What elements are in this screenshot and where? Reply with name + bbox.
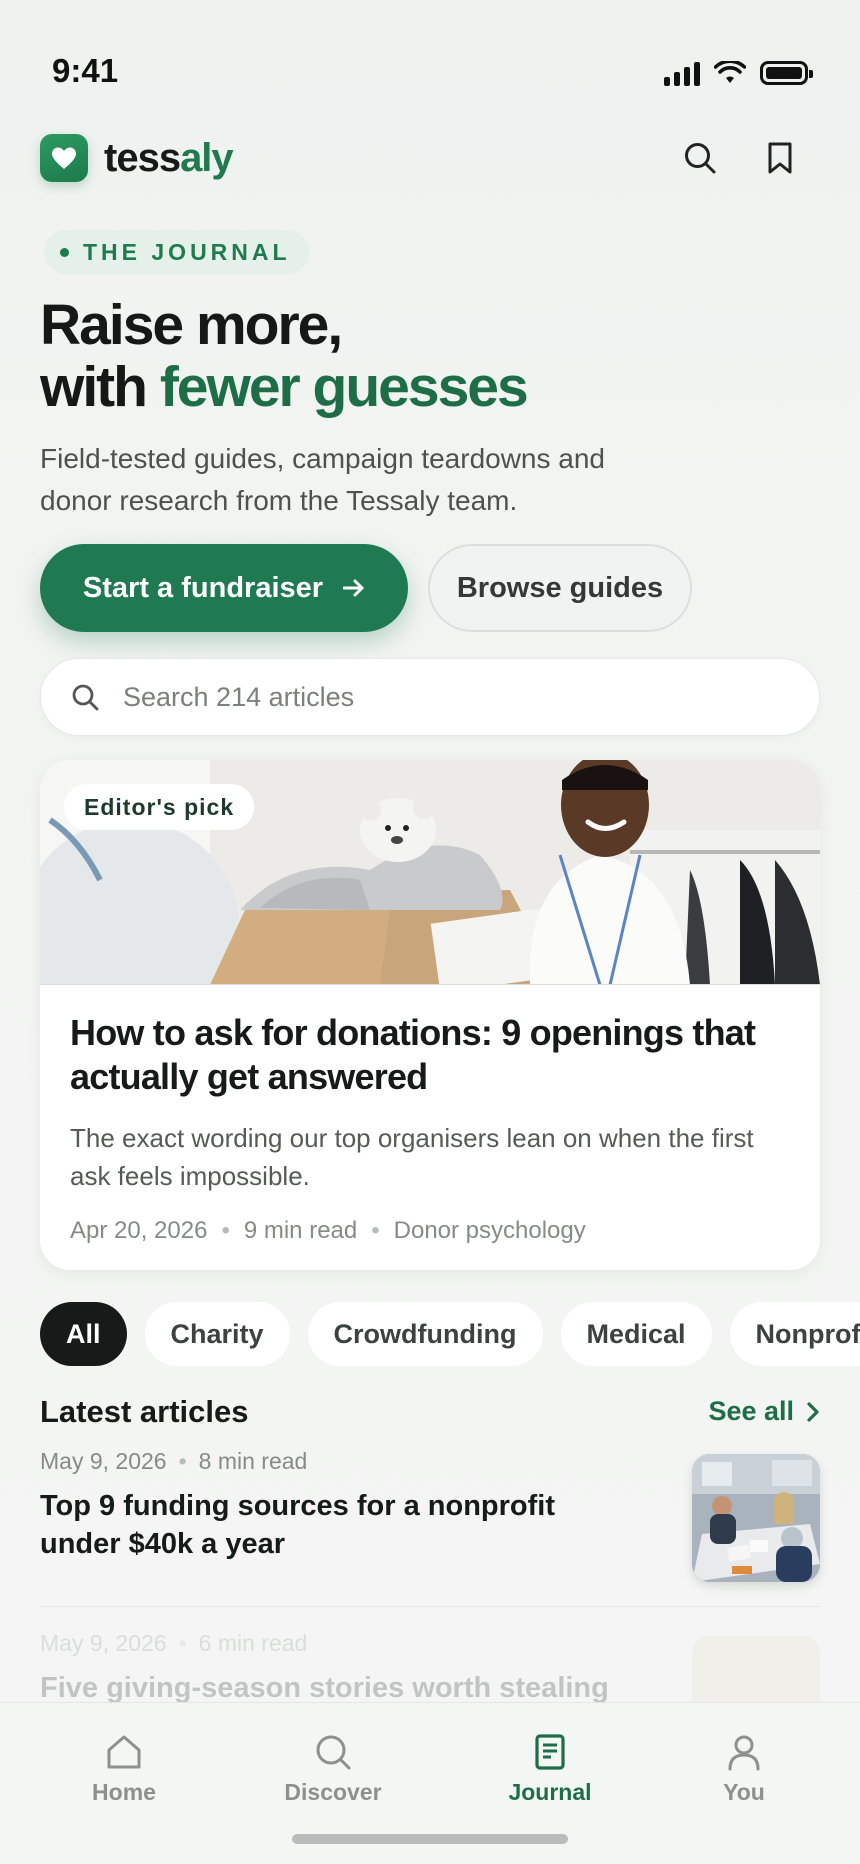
arrow-right-icon	[343, 579, 364, 597]
tab-you[interactable]: You	[664, 1733, 824, 1806]
status-time: 9:41	[52, 52, 119, 89]
chip-medical[interactable]: Medical	[560, 1302, 712, 1366]
search-icon	[72, 684, 99, 711]
brand-name-highlight: aly	[180, 135, 234, 180]
article-thumbnail	[692, 1454, 820, 1582]
brand-name: tessaly	[104, 135, 234, 181]
featured-article-meta: Apr 20, 2026 • 9 min read • Donor psycho…	[70, 1217, 790, 1245]
chevron-right-icon	[807, 1401, 819, 1422]
brand[interactable]: tessaly	[40, 134, 234, 182]
tab-journal-label: Journal	[508, 1779, 592, 1805]
home-icon	[107, 1735, 141, 1769]
start-fundraiser-button[interactable]: Start a fundraiser	[40, 544, 408, 632]
meeting-photo	[692, 1454, 820, 1582]
featured-article-read-time: 9 min read	[243, 1217, 358, 1244]
user-icon	[728, 1735, 760, 1771]
tab-home[interactable]: Home	[44, 1733, 204, 1806]
hero-subtitle: Field-tested guides, campaign teardowns …	[40, 443, 606, 516]
wifi-icon	[714, 61, 746, 83]
article-search-bar[interactable]	[40, 658, 820, 736]
article-date: May 9, 2026	[40, 1630, 167, 1656]
meta-separator: •	[178, 1630, 187, 1656]
hero-title: Raise more, with fewer guesses	[40, 293, 529, 419]
search-icon	[316, 1735, 351, 1770]
chip-nonprofit[interactable]: Nonprofit	[729, 1302, 860, 1366]
header-actions	[682, 140, 798, 176]
list-divider	[40, 1606, 820, 1607]
see-all-link[interactable]: See all	[708, 1396, 820, 1427]
chip-all[interactable]: All	[40, 1302, 127, 1366]
bookmark-icon[interactable]	[762, 140, 798, 176]
cellular-signal-icon	[664, 60, 700, 86]
latest-articles-heading: Latest articles	[40, 1394, 249, 1429]
search-icon[interactable]	[682, 140, 718, 176]
battery-icon	[760, 61, 813, 85]
app-header: tessaly	[40, 134, 820, 182]
eyebrow-text: THE JOURNAL	[83, 238, 291, 265]
brand-name-prefix: tess	[104, 135, 181, 180]
heart-logo-icon	[40, 134, 88, 182]
tab-you-label: You	[723, 1779, 765, 1805]
chip-crowdfunding[interactable]: Crowdfunding	[307, 1302, 543, 1366]
home-indicator	[292, 1834, 568, 1844]
browse-guides-button[interactable]: Browse guides	[428, 544, 692, 632]
editors-pick-badge: Editor's pick	[64, 784, 255, 830]
meta-separator: •	[371, 1217, 380, 1244]
hero-title-line1: Raise more,	[40, 293, 343, 357]
article-read-time: 6 min read	[198, 1630, 308, 1656]
meta-separator: •	[178, 1448, 187, 1474]
journal-icon	[535, 1734, 565, 1770]
search-input[interactable]	[123, 681, 723, 713]
meta-separator: •	[221, 1217, 230, 1244]
category-filter-chips: All Charity Crowdfunding Medical Nonprof…	[40, 1302, 860, 1366]
featured-article-description: The exact wording our top organisers lea…	[70, 1123, 754, 1191]
article-date: May 9, 2026	[40, 1448, 167, 1474]
chip-charity[interactable]: Charity	[144, 1302, 290, 1366]
status-bar: 9:41	[0, 0, 860, 120]
see-all-label: See all	[708, 1396, 794, 1426]
tab-discover-label: Discover	[284, 1779, 382, 1805]
featured-article-title: How to ask for donations: 9 openings tha…	[70, 1012, 756, 1097]
article-read-time: 8 min read	[198, 1448, 308, 1474]
featured-article-date: Apr 20, 2026	[70, 1217, 208, 1244]
status-icons	[664, 60, 813, 86]
hero-title-accent: fewer guesses	[159, 355, 529, 419]
article-list-item[interactable]: May 9, 2026 • 8 min read Top 9 funding s…	[40, 1448, 820, 1588]
tab-journal[interactable]: Journal	[470, 1733, 630, 1806]
tab-discover[interactable]: Discover	[253, 1733, 413, 1806]
journal-eyebrow: THE JOURNAL	[44, 230, 309, 274]
featured-article-body: How to ask for donations: 9 openings tha…	[40, 985, 820, 1245]
eyebrow-dot	[60, 247, 69, 257]
start-fundraiser-label: Start a fundraiser	[82, 571, 324, 604]
tab-home-label: Home	[92, 1779, 156, 1805]
hero-title-line2-prefix: with	[40, 355, 160, 419]
article-title: Top 9 funding sources for a nonprofit un…	[40, 1490, 555, 1560]
featured-article-category: Donor psychology	[393, 1217, 586, 1244]
featured-article-image: Editor's pick	[40, 760, 820, 985]
featured-article-card[interactable]: Editor's pick How to ask for donations: …	[40, 760, 820, 1270]
